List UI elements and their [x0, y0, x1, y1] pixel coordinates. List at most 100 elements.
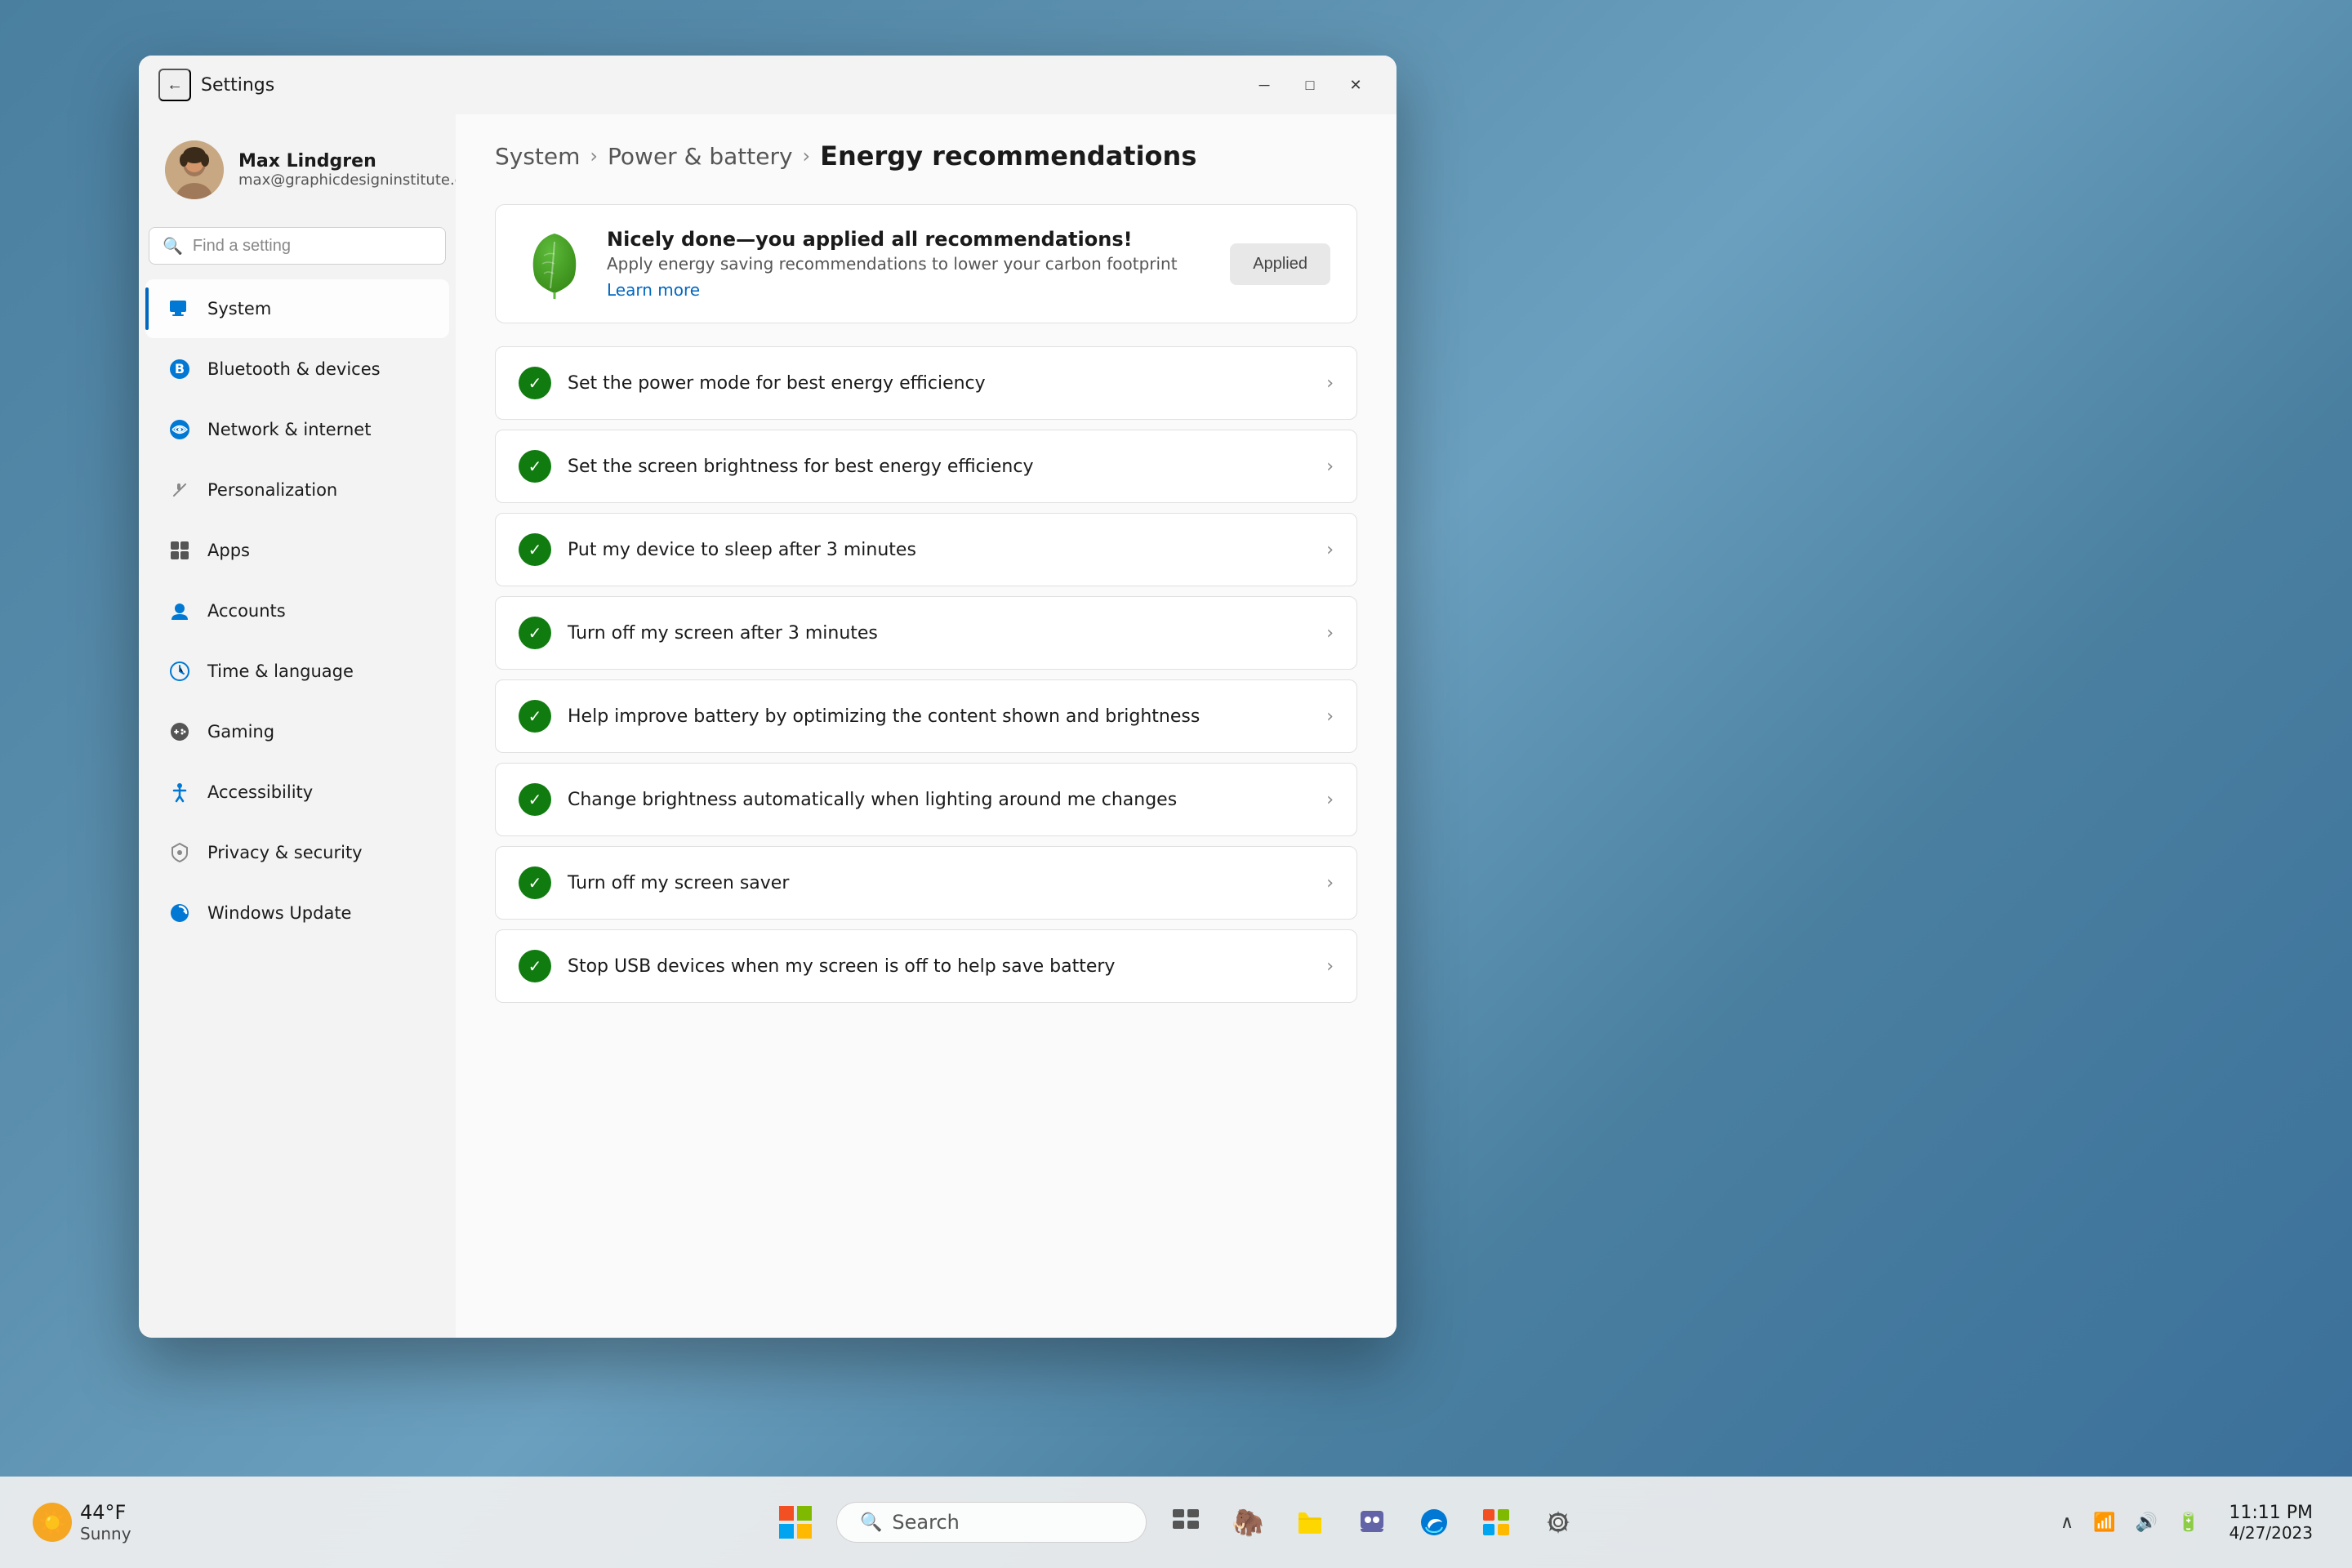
- start-button[interactable]: [771, 1498, 820, 1547]
- sidebar-item-apps[interactable]: Apps: [145, 521, 449, 580]
- banner-text: Nicely done—you applied all recommendati…: [607, 228, 1210, 300]
- weather-condition: Sunny: [80, 1524, 131, 1544]
- taskview-icon: [1171, 1508, 1200, 1537]
- rec-item-rec6[interactable]: ✓ Change brightness automatically when l…: [495, 763, 1357, 836]
- settings-window: ← Settings ─ □ ✕: [139, 56, 1396, 1338]
- taskbar-right: ∧ 📶 🔊 🔋 11:11 PM 4/27/2023: [2054, 1499, 2319, 1546]
- sidebar-item-system-label: System: [207, 299, 271, 318]
- rec-chevron-rec4: ›: [1326, 623, 1334, 644]
- sidebar-item-personalization-label: Personalization: [207, 480, 337, 500]
- breadcrumb-system[interactable]: System: [495, 143, 580, 170]
- user-profile[interactable]: Max Lindgren max@graphicdesigninstitute.…: [145, 127, 449, 219]
- banner-subtitle: Apply energy saving recommendations to l…: [607, 254, 1210, 274]
- sidebar-item-network[interactable]: Network & internet: [145, 400, 449, 459]
- volume-tray-icon[interactable]: 🔊: [2129, 1506, 2164, 1539]
- page-title: Energy recommendations: [820, 140, 1196, 172]
- rec-item-rec7[interactable]: ✓ Turn off my screen saver ›: [495, 846, 1357, 920]
- tray-expand-icon[interactable]: ∧: [2054, 1506, 2080, 1539]
- banner-title: Nicely done—you applied all recommendati…: [607, 228, 1210, 251]
- sidebar-item-gaming[interactable]: Gaming: [145, 702, 449, 761]
- sidebar-item-time[interactable]: Time & language: [145, 642, 449, 701]
- back-button[interactable]: ←: [158, 69, 191, 101]
- edge-icon: [1419, 1508, 1449, 1537]
- taskbar-app-settings[interactable]: [1535, 1499, 1581, 1545]
- taskbar-search-icon: 🔍: [860, 1512, 882, 1533]
- rec-label-rec4: Turn off my screen after 3 minutes: [568, 623, 1310, 644]
- taskbar-app-chat[interactable]: [1349, 1499, 1395, 1545]
- system-clock[interactable]: 11:11 PM 4/27/2023: [2222, 1499, 2319, 1546]
- clock-date: 4/27/2023: [2229, 1523, 2313, 1543]
- sidebar-item-network-label: Network & internet: [207, 420, 371, 439]
- rec-label-rec3: Put my device to sleep after 3 minutes: [568, 540, 1310, 560]
- sidebar-item-bluetooth[interactable]: B Bluetooth & devices: [145, 340, 449, 399]
- rec-chevron-rec3: ›: [1326, 540, 1334, 560]
- store-icon: [1481, 1508, 1511, 1537]
- weather-icon: ☀️: [33, 1503, 72, 1542]
- system-icon: [165, 294, 194, 323]
- sidebar-item-bluetooth-label: Bluetooth & devices: [207, 359, 381, 379]
- weather-widget[interactable]: ☀️ 44°F Sunny: [33, 1501, 131, 1544]
- sidebar-item-accounts[interactable]: Accounts: [145, 581, 449, 640]
- applied-button: Applied: [1230, 243, 1330, 285]
- close-button[interactable]: ✕: [1334, 69, 1377, 101]
- rec-label-rec8: Stop USB devices when my screen is off t…: [568, 956, 1310, 977]
- taskbar-search[interactable]: 🔍 Search: [836, 1502, 1147, 1543]
- breadcrumb: System › Power & battery › Energy recomm…: [495, 140, 1357, 172]
- sidebar-search-container[interactable]: 🔍: [149, 227, 446, 265]
- rec-item-rec8[interactable]: ✓ Stop USB devices when my screen is off…: [495, 929, 1357, 1003]
- check-icon-rec6: ✓: [519, 783, 551, 816]
- personalization-icon: [165, 475, 194, 505]
- rec-item-rec4[interactable]: ✓ Turn off my screen after 3 minutes ›: [495, 596, 1357, 670]
- minimize-button[interactable]: ─: [1243, 69, 1285, 101]
- battery-tray-icon[interactable]: 🔋: [2171, 1506, 2206, 1539]
- rec-chevron-rec5: ›: [1326, 706, 1334, 727]
- rec-chevron-rec8: ›: [1326, 956, 1334, 977]
- bluetooth-icon: B: [165, 354, 194, 384]
- taskbar-app-animal[interactable]: 🦣: [1225, 1499, 1271, 1545]
- network-tray-icon[interactable]: 📶: [2087, 1506, 2122, 1539]
- sidebar-item-apps-label: Apps: [207, 541, 250, 560]
- rec-label-rec2: Set the screen brightness for best energ…: [568, 457, 1310, 477]
- energy-banner: Nicely done—you applied all recommendati…: [495, 204, 1357, 323]
- breadcrumb-sep-1: ›: [590, 145, 598, 167]
- maximize-button[interactable]: □: [1289, 69, 1331, 101]
- breadcrumb-power-battery[interactable]: Power & battery: [608, 143, 793, 170]
- clock-time: 11:11 PM: [2229, 1503, 2313, 1523]
- title-bar: ← Settings ─ □ ✕: [139, 56, 1396, 114]
- rec-item-rec3[interactable]: ✓ Put my device to sleep after 3 minutes…: [495, 513, 1357, 586]
- rec-item-rec2[interactable]: ✓ Set the screen brightness for best ene…: [495, 430, 1357, 503]
- sidebar-item-accessibility[interactable]: Accessibility: [145, 763, 449, 822]
- search-input[interactable]: [193, 237, 432, 256]
- update-icon: [165, 898, 194, 928]
- check-icon-rec1: ✓: [519, 367, 551, 399]
- sidebar-item-accounts-label: Accounts: [207, 601, 286, 621]
- rec-chevron-rec2: ›: [1326, 457, 1334, 477]
- privacy-icon: [165, 838, 194, 867]
- taskbar-left: ☀️ 44°F Sunny: [33, 1501, 131, 1544]
- taskbar-app-store[interactable]: [1473, 1499, 1519, 1545]
- accounts-icon: [165, 596, 194, 626]
- svg-text:B: B: [175, 361, 185, 376]
- check-icon-rec7: ✓: [519, 866, 551, 899]
- rec-item-rec5[interactable]: ✓ Help improve battery by optimizing the…: [495, 679, 1357, 753]
- taskbar-app-explorer[interactable]: [1287, 1499, 1333, 1545]
- sidebar-item-personalization[interactable]: Personalization: [145, 461, 449, 519]
- recommendations-list: ✓ Set the power mode for best energy eff…: [495, 346, 1357, 1003]
- sidebar-item-update[interactable]: Windows Update: [145, 884, 449, 942]
- taskbar-center: 🔍 Search 🦣: [771, 1498, 1581, 1547]
- taskbar-search-text: Search: [892, 1511, 959, 1534]
- rec-item-rec1[interactable]: ✓ Set the power mode for best energy eff…: [495, 346, 1357, 420]
- taskbar-app-edge[interactable]: [1411, 1499, 1457, 1545]
- rec-chevron-rec7: ›: [1326, 873, 1334, 893]
- windows-logo-icon: [777, 1504, 813, 1540]
- sidebar-item-privacy[interactable]: Privacy & security: [145, 823, 449, 882]
- sidebar-item-update-label: Windows Update: [207, 903, 351, 923]
- sidebar-item-system[interactable]: System: [145, 279, 449, 338]
- user-name: Max Lindgren: [238, 151, 456, 172]
- rec-chevron-rec6: ›: [1326, 790, 1334, 810]
- check-icon-rec8: ✓: [519, 950, 551, 982]
- rec-label-rec1: Set the power mode for best energy effic…: [568, 373, 1310, 394]
- taskbar-app-taskview[interactable]: [1163, 1499, 1209, 1545]
- main-panel: System › Power & battery › Energy recomm…: [456, 114, 1396, 1338]
- learn-more-link[interactable]: Learn more: [607, 280, 700, 300]
